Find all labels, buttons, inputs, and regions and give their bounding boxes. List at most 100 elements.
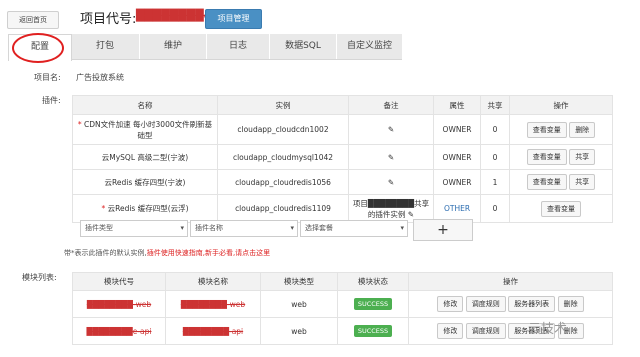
plugin-ops: 查看变量 共享 — [509, 144, 613, 170]
table-row: * CDN文件加速 每小时3000文件刷新基础型 cloudapp_cloudc… — [72, 114, 613, 145]
project-code-label: 项目代号: — [80, 12, 137, 27]
chevron-down-icon: ▾ — [180, 224, 184, 232]
plugins-label: 插件: — [42, 96, 61, 105]
pencil-icon[interactable]: ✎ — [388, 153, 394, 162]
col-ops: 操作 — [509, 95, 613, 115]
plugin-ops: 查看变量 共享 — [509, 169, 613, 195]
plugin-share: 1 — [480, 169, 510, 195]
plugin-instance: cloudapp_cloudredis1056 — [217, 169, 349, 195]
plugin-type-select[interactable]: 插件类型 ▾ — [80, 220, 188, 237]
back-home-button[interactable]: 返回首页 — [7, 11, 59, 29]
plugin-ops: 查看变量 删除 — [509, 114, 613, 145]
note-prefix: 带*表示此插件的默认实例, — [64, 249, 147, 257]
plugin-name-cell: * CDN文件加速 每小时3000文件刷新基础型 — [72, 114, 218, 145]
plugin-instance: cloudapp_cloudcdn1002 — [217, 114, 349, 145]
red-circle-annotation — [12, 33, 64, 63]
view-vars-button[interactable]: 查看变量 — [526, 149, 567, 165]
quick-guide-link[interactable]: 插件使用快速指南,新手必看,请点击这里 — [147, 249, 270, 257]
plugin-share: 0 — [480, 144, 510, 170]
edit-button[interactable]: 修改 — [437, 323, 464, 339]
col-module-status: 模块状态 — [337, 272, 409, 291]
plugin-name: CDN文件加速 每小时3000文件刷新基础型 — [84, 119, 213, 140]
module-code: ████████e-api — [72, 317, 166, 345]
view-vars-button[interactable]: 查看变量 — [526, 174, 567, 190]
plugin-type-select-value: 插件类型 — [85, 224, 113, 232]
chevron-down-icon: ▾ — [400, 224, 404, 232]
plugin-instance: cloudapp_cloudredis1109 — [217, 194, 349, 223]
package-select-value: 选择套餐 — [305, 224, 333, 232]
plugin-name-select-value: 插件名称 — [195, 224, 223, 232]
view-vars-button[interactable]: 查看变量 — [526, 121, 567, 138]
chevron-down-icon: ▾ — [290, 224, 294, 232]
view-vars-button[interactable]: 查看变量 — [541, 200, 581, 217]
col-module-ops: 操作 — [408, 272, 613, 291]
schedule-rules-button[interactable]: 调度规则 — [465, 296, 506, 312]
delete-button[interactable]: 删除 — [557, 296, 584, 312]
module-status-cell: SUCCESS — [337, 290, 409, 318]
plugin-instance: cloudapp_cloudmysql1042 — [217, 144, 349, 170]
server-list-button[interactable]: 服务器列表 — [508, 296, 556, 312]
tab-package[interactable]: 打包 — [71, 34, 140, 59]
col-module-type: 模块类型 — [260, 272, 338, 291]
col-share: 共享 — [480, 95, 510, 115]
table-row: 云MySQL 高级二型(宁波) cloudapp_cloudmysql1042 … — [72, 144, 613, 170]
schedule-rules-button[interactable]: 调度规则 — [465, 323, 506, 339]
col-module-name: 模块名称 — [165, 272, 261, 291]
pencil-icon[interactable]: ✎ — [388, 125, 394, 134]
tab-custom-monitor[interactable]: 自定义监控 — [337, 34, 403, 59]
module-status-cell: SUCCESS — [337, 317, 409, 345]
project-name-label: 项目名: — [34, 73, 61, 82]
col-remark: 备注 — [348, 95, 434, 115]
tab-data-sql[interactable]: 数据SQL — [270, 34, 337, 59]
plugin-note: 带*表示此插件的默认实例,插件使用快速指南,新手必看,请点击这里 — [64, 248, 270, 258]
share-button[interactable]: 共享 — [569, 174, 596, 190]
edit-button[interactable]: 修改 — [437, 296, 464, 312]
remark-edit-cell: ✎ — [348, 114, 434, 145]
add-plugin-button[interactable]: + — [413, 219, 473, 241]
delete-button[interactable]: 删除 — [569, 121, 596, 138]
tab-maintain[interactable]: 维护 — [140, 34, 207, 59]
module-ops: 修改 调度规则 服务器列表 删除 — [408, 317, 613, 345]
table-row: ████████-web ████████-web web SUCCESS 修改… — [72, 290, 613, 318]
package-select[interactable]: 选择套餐 ▾ — [300, 220, 408, 237]
status-badge: SUCCESS — [353, 298, 393, 310]
module-type: web — [260, 317, 338, 345]
plugin-share: 0 — [480, 194, 510, 223]
pencil-icon[interactable]: ✎ — [408, 210, 414, 219]
pencil-icon[interactable]: ✎ — [388, 178, 394, 187]
plugin-name: 云Redis 缓存四型(云浮) — [107, 204, 189, 213]
module-code: ████████-web — [72, 290, 166, 318]
tab-bar: 配置 打包 维护 日志 数据SQL 自定义监控 — [8, 34, 403, 61]
share-button[interactable]: 共享 — [569, 149, 596, 165]
table-row: 云Redis 缓存四型(宁波) cloudapp_cloudredis1056 … — [72, 169, 613, 195]
table-header-row: 模块代号 模块名称 模块类型 模块状态 操作 — [72, 272, 613, 291]
watermark: 云技术 — [528, 322, 568, 337]
table-header-row: 名称 实例 备注 属性 共享 操作 — [72, 95, 613, 115]
module-name: ████████-api — [165, 317, 261, 345]
col-module-code: 模块代号 — [72, 272, 166, 291]
plugin-name: 云Redis 缓存四型(宁波) — [72, 169, 218, 195]
remark-edit-cell: ✎ — [348, 144, 434, 170]
module-ops: 修改 调度规则 服务器列表 删除 — [408, 290, 613, 318]
plugin-name: 云MySQL 高级二型(宁波) — [72, 144, 218, 170]
project-manage-button[interactable]: 项目管理 — [205, 9, 262, 29]
plugin-attr: OWNER — [433, 144, 481, 170]
module-name: ████████-web — [165, 290, 261, 318]
module-type: web — [260, 290, 338, 318]
remark-edit-cell: ✎ — [348, 169, 434, 195]
plugin-name-select[interactable]: 插件名称 ▾ — [190, 220, 298, 237]
tab-log[interactable]: 日志 — [207, 34, 270, 59]
plugins-table: 名称 实例 备注 属性 共享 操作 * CDN文件加速 每小时3000文件刷新基… — [72, 95, 613, 223]
project-name-value: 广告投放系统 — [76, 73, 124, 82]
plugin-attr: OWNER — [433, 114, 481, 145]
plugin-name-cell: * 云Redis 缓存四型(云浮) — [72, 194, 218, 223]
project-code-value: ████████e — [136, 9, 211, 22]
plugin-remark: 项目████████共享的插件实例 — [352, 198, 430, 219]
plugin-share: 0 — [480, 114, 510, 145]
plugin-ops: 查看变量 — [509, 194, 613, 223]
status-badge: SUCCESS — [353, 325, 393, 337]
col-attr: 属性 — [433, 95, 481, 115]
col-name: 名称 — [72, 95, 218, 115]
table-row: * 云Redis 缓存四型(云浮) cloudapp_cloudredis110… — [72, 194, 613, 223]
modules-label: 模块列表: — [22, 273, 57, 282]
